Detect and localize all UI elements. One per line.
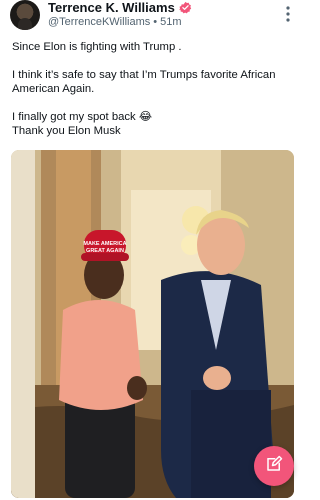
post-timestamp[interactable]: 51m [160,16,181,28]
meta-separator: • [153,16,158,28]
post-text-line: Thank you Elon Musk [12,125,121,137]
verified-badge-icon [179,1,192,14]
avatar[interactable] [10,0,40,30]
post-text-line: I finally got my spot back 😂 [12,111,153,123]
compose-icon [265,455,283,478]
author-name-row: Terrence K. Williams [48,0,192,15]
more-vertical-icon[interactable] [285,6,291,22]
svg-text:MAKE AMERICA: MAKE AMERICA [83,241,126,247]
author-display-name[interactable]: Terrence K. Williams [48,0,175,15]
post-photo[interactable]: MAKE AMERICA GREAT AGAIN [11,150,294,498]
post-text: Since Elon is fighting with Trump . I th… [12,40,297,138]
author-handle-row: @TerrenceKWilliams • 51m [48,16,182,28]
compose-button[interactable] [254,446,294,486]
svg-text:GREAT AGAIN: GREAT AGAIN [86,248,124,254]
author-handle[interactable]: @TerrenceKWilliams [48,16,150,28]
post-text-line: I think it’s safe to say that I’m Trumps… [12,69,276,95]
post-header: Terrence K. Williams @TerrenceKWilliams … [0,0,305,34]
post-page: Terrence K. Williams @TerrenceKWilliams … [0,0,305,500]
post-text-line: Since Elon is fighting with Trump . [12,41,182,53]
